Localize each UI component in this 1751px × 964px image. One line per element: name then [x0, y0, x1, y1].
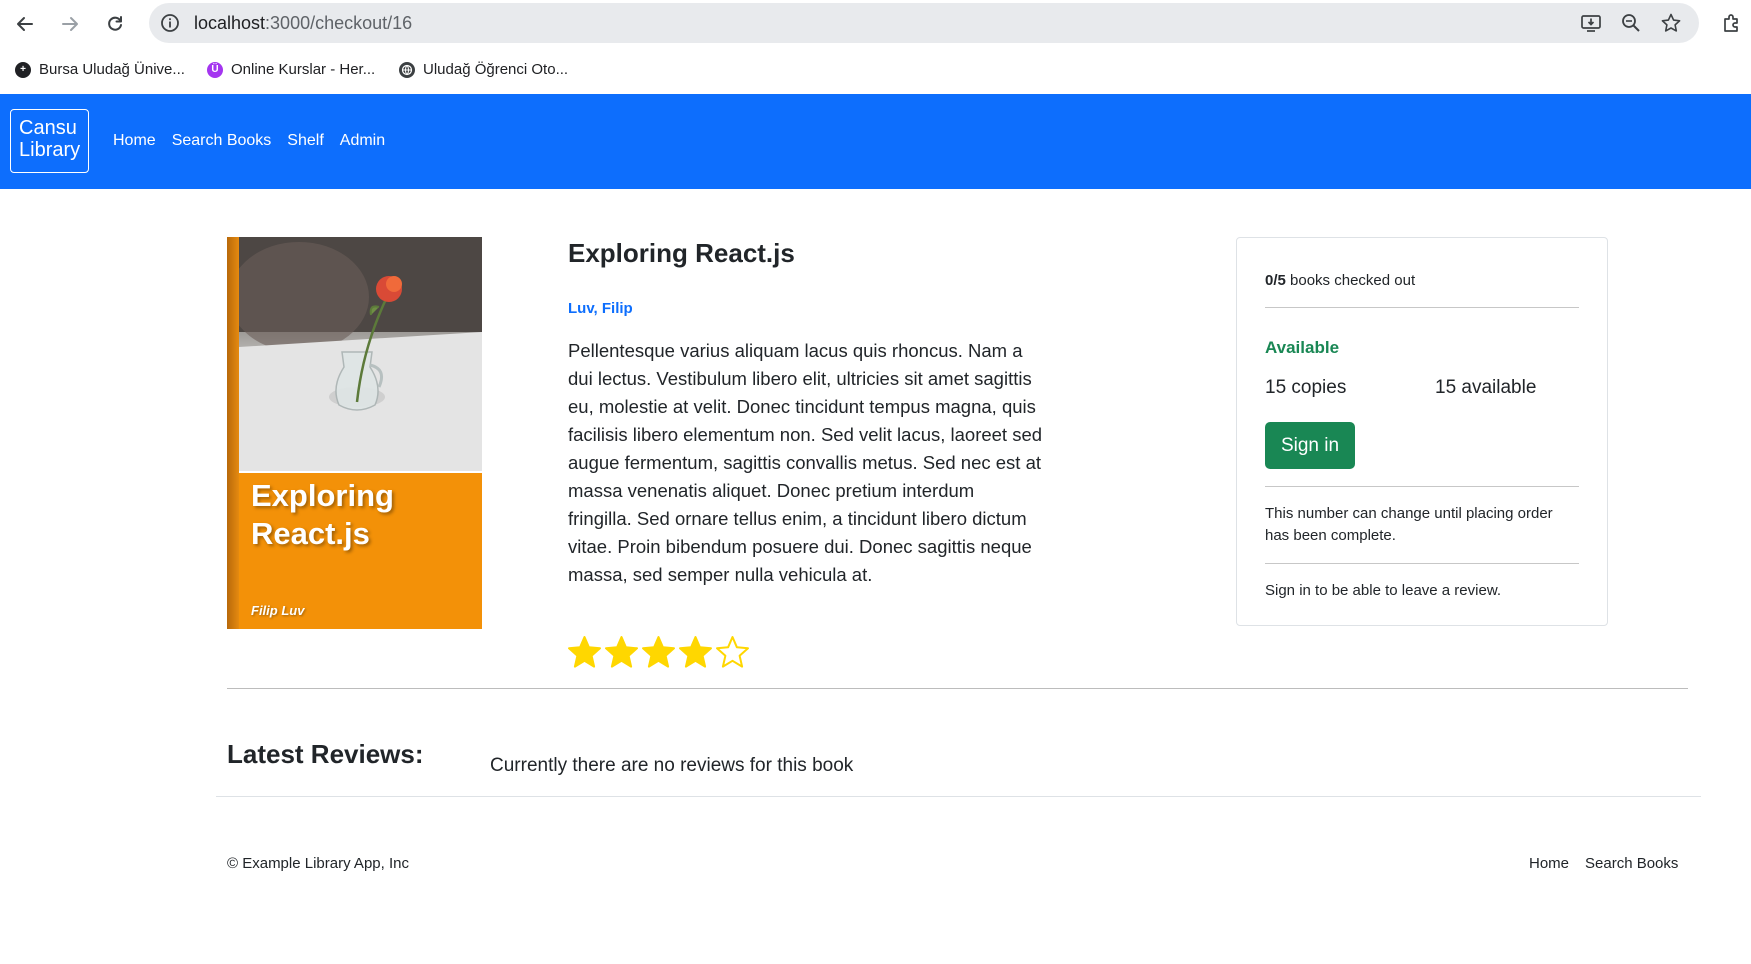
star-filled-icon	[568, 636, 601, 668]
footer-divider	[216, 796, 1701, 797]
footer-links: Home Search Books	[1529, 855, 1678, 872]
footer-copyright: © Example Library App, Inc	[227, 855, 409, 872]
bookmark-label: Bursa Uludağ Ünive...	[39, 61, 185, 78]
star-empty-icon	[716, 636, 749, 668]
forward-arrow-icon[interactable]	[56, 10, 84, 38]
bookmark-label: Uludağ Öğrenci Oto...	[423, 61, 569, 78]
card-divider	[1265, 486, 1579, 487]
book-title: Exploring React.js	[568, 238, 795, 268]
available-count: 15 available	[1435, 377, 1537, 398]
section-divider	[227, 688, 1688, 689]
cover-divider	[239, 471, 482, 473]
availability-status: Available	[1265, 338, 1340, 357]
reload-icon[interactable]	[101, 10, 129, 38]
browser-toolbar: localhost:3000/checkout/16	[0, 0, 1751, 48]
install-app-icon[interactable]	[1580, 12, 1602, 34]
brand-line-2: Library	[19, 139, 81, 161]
bookmark-item[interactable]: + Bursa Uludağ Ünive...	[15, 61, 185, 78]
sign-in-button[interactable]: Sign in	[1265, 422, 1355, 469]
url-text[interactable]: localhost:3000/checkout/16	[194, 13, 412, 34]
nav-link-search-books[interactable]: Search Books	[172, 132, 272, 150]
nav-link-admin[interactable]: Admin	[340, 132, 385, 150]
star-filled-icon	[605, 636, 638, 668]
extensions-icon[interactable]	[1720, 11, 1744, 35]
checkout-card: 0/5 books checked out Available 15 copie…	[1236, 237, 1608, 626]
bookmark-label: Online Kurslar - Her...	[231, 61, 376, 78]
nav-link-shelf[interactable]: Shelf	[287, 132, 323, 150]
bookmark-item[interactable]: Ü Online Kurslar - Her...	[207, 61, 375, 78]
site-info-icon[interactable]	[158, 11, 182, 35]
book-description: Pellentesque varius aliquam lacus quis r…	[568, 340, 1043, 585]
bookmark-star-icon[interactable]	[1660, 12, 1682, 34]
review-prompt: Sign in to be able to leave a review.	[1265, 582, 1501, 599]
footer-link-search-books[interactable]: Search Books	[1585, 855, 1678, 872]
footer-link-home[interactable]: Home	[1529, 855, 1569, 872]
cover-spine	[227, 237, 239, 629]
checked-out-count: 0/5	[1265, 272, 1286, 289]
checked-out-suffix: books checked out	[1285, 272, 1416, 289]
card-divider	[1265, 307, 1579, 308]
cover-title-line-2: React.js	[251, 516, 370, 551]
book-cover: Exploring React.js Filip Luv	[227, 237, 482, 629]
brand-line-1: Cansu	[19, 117, 77, 139]
star-filled-icon	[642, 636, 675, 668]
url-host: localhost	[194, 13, 266, 33]
bookmark-item[interactable]: Uludağ Öğrenci Oto...	[399, 61, 568, 78]
star-rating	[566, 635, 751, 672]
nav-link-home[interactable]: Home	[113, 132, 156, 150]
nav-links: Home Search Books Shelf Admin	[113, 132, 385, 150]
back-arrow-icon[interactable]	[11, 10, 39, 38]
checked-out-status: 0/5 books checked out	[1265, 272, 1415, 289]
reviews-heading: Latest Reviews:	[227, 739, 424, 769]
url-path: :3000/checkout/16	[265, 13, 413, 33]
cover-photo	[229, 237, 482, 471]
globe-icon	[399, 61, 415, 78]
book-author: Luv, Filip	[568, 300, 633, 317]
address-bar[interactable]: localhost:3000/checkout/16	[149, 3, 1699, 43]
brand-logo[interactable]: Cansu Library	[10, 109, 89, 173]
app-navbar: Cansu Library Home Search Books Shelf Ad…	[0, 94, 1751, 189]
cover-title-line-1: Exploring	[251, 478, 394, 513]
bookmarks-bar: + Bursa Uludağ Ünive... Ü Online Kurslar…	[0, 48, 1751, 94]
reviews-empty-message: Currently there are no reviews for this …	[490, 755, 854, 776]
card-divider	[1265, 563, 1579, 564]
cover-title: Exploring React.js	[251, 477, 394, 553]
availability-note: This number can change until placing ord…	[1265, 505, 1553, 544]
copies-count: 15 copies	[1265, 377, 1347, 398]
globe-dark-icon: +	[15, 61, 31, 78]
star-filled-icon	[679, 636, 712, 668]
cover-author: Filip Luv	[251, 603, 305, 618]
zoom-icon[interactable]	[1620, 12, 1642, 34]
udemy-icon: Ü	[207, 61, 223, 78]
